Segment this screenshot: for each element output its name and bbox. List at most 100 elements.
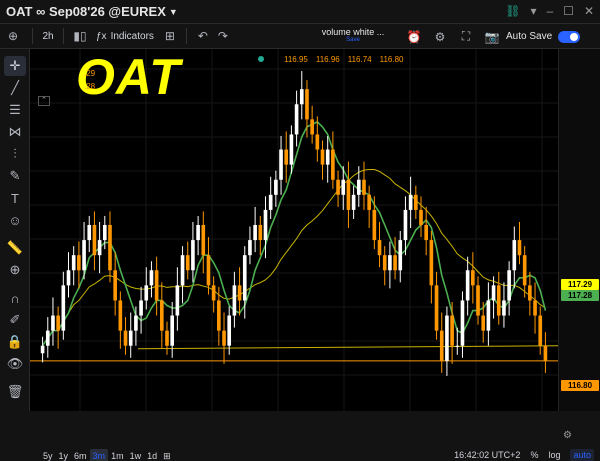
support-line (137, 345, 558, 350)
timeframe-1w[interactable]: 1w (127, 449, 145, 461)
candle-body (71, 255, 76, 271)
candle-body (465, 270, 470, 301)
candle-body (507, 270, 511, 301)
candle-body (61, 285, 66, 331)
link-icon[interactable]: ⛓ (505, 4, 520, 18)
candle-body (134, 315, 138, 331)
auto-scale-toggle[interactable]: auto (570, 449, 594, 461)
horizontal-lines-icon[interactable]: ☰ (4, 100, 26, 120)
magnet-icon[interactable]: ∩ (4, 288, 26, 308)
pattern-icon[interactable]: ⋈ (4, 122, 26, 142)
templates-icon[interactable]: ⊞ (160, 24, 180, 49)
candle-body (170, 315, 174, 346)
dropdown-icon[interactable]: ▾ (530, 4, 536, 18)
collapse-legend-button[interactable]: ⌃ (38, 96, 50, 106)
candle-body (201, 225, 206, 256)
candle-body (377, 240, 382, 256)
close-icon[interactable]: ✕ (584, 4, 594, 18)
candle-body (128, 330, 133, 346)
candle-body (299, 89, 304, 105)
candle-body (450, 315, 454, 346)
crosshair-icon[interactable]: ✛ (4, 56, 26, 76)
add-symbol-icon[interactable]: ⊕ (0, 24, 26, 49)
timeframe-5y[interactable]: 5y (40, 449, 56, 461)
legend-status-dot (258, 56, 264, 62)
settings-icon[interactable]: ⚙ (430, 30, 450, 44)
candle-body (512, 240, 517, 271)
interval-button[interactable]: 2h (39, 24, 57, 49)
candle-body (445, 315, 449, 361)
timeframe-1y[interactable]: 1y (56, 449, 72, 461)
fullscreen-icon[interactable]: ⛶ (456, 29, 476, 44)
redo-icon[interactable]: ↷ (213, 24, 233, 49)
candle-body (185, 255, 190, 271)
candle-body (341, 179, 346, 195)
autosave-toggle[interactable] (558, 30, 581, 43)
timeframe-1m[interactable]: 1m (108, 449, 127, 461)
candle-body (388, 255, 392, 271)
candle-body (471, 270, 475, 286)
candle-body (481, 315, 486, 331)
indicators-button[interactable]: ƒx Indicators (90, 24, 160, 49)
divider (63, 28, 64, 44)
ruler-icon[interactable]: 📏 (4, 238, 26, 258)
candle-body (455, 345, 460, 347)
fib-icon[interactable]: ⫶ (4, 144, 26, 164)
candle-body (242, 255, 247, 301)
zoom-in-icon[interactable]: ⊕ (4, 260, 26, 280)
toolbar-right-icons: ⏰ ⚙ ⛶ 📷 (404, 24, 502, 49)
emoji-icon[interactable]: ☺ (4, 210, 26, 230)
candle-body (310, 119, 314, 135)
candle-body (108, 225, 112, 271)
text-icon[interactable]: T (4, 188, 26, 208)
price-tag-fast-ma: 117.28 (561, 290, 599, 301)
timeframe-3m[interactable]: 3m (89, 449, 109, 461)
candle-body (82, 240, 86, 271)
candle-body (144, 285, 149, 301)
candle-body (289, 134, 294, 165)
alert-icon[interactable]: ⏰ (404, 30, 424, 44)
trash-icon[interactable]: 🗑 (4, 382, 26, 402)
price-axis[interactable]: 117.29 117.28 116.80 (558, 49, 600, 411)
timeframe-1d[interactable]: 1d (144, 449, 160, 461)
legend-value: .29 (84, 69, 96, 78)
indicators-icon: ƒx (96, 30, 107, 42)
maximize-icon[interactable]: ☐ (563, 4, 574, 18)
window-controls: ⛓ ▾ – ☐ ✕ (505, 4, 594, 18)
candle-body (263, 209, 268, 241)
candle-body (320, 149, 325, 165)
chart-settings-icon[interactable]: ⚙ (563, 430, 572, 441)
candle-body (331, 149, 335, 180)
lock-drawing-icon[interactable]: ✐ (4, 310, 26, 330)
candle-body (154, 270, 159, 301)
clock[interactable]: 16:42:02 UTC+2 (454, 450, 520, 460)
candle-body (429, 240, 434, 286)
candle-body (393, 255, 397, 271)
symbol-selector[interactable]: OAT ∞ Sep08'26 @EUREX ▼ (0, 4, 178, 19)
brush-icon[interactable]: ✎ (4, 166, 26, 186)
timeframe-selector: 5y 1y 6m 3m 1m 1w 1d ⊞ (40, 449, 174, 461)
candle-body (268, 194, 273, 210)
candle-body (315, 134, 320, 150)
lock-icon[interactable]: 🔒 (4, 332, 26, 352)
goto-date-icon[interactable]: ⊞ (160, 449, 174, 461)
candle-body (113, 270, 117, 301)
autosave-label: Auto Save (506, 31, 553, 42)
layout-status: Save (346, 37, 360, 43)
candle-body (476, 285, 480, 316)
snapshot-icon[interactable]: 📷 (482, 30, 502, 44)
candle-body (196, 225, 200, 241)
percent-toggle[interactable]: % (530, 450, 538, 460)
trendline-icon[interactable]: ╱ (4, 78, 26, 98)
autosave-control[interactable]: Auto Save (506, 24, 581, 49)
candle-body (382, 255, 387, 271)
minimize-icon[interactable]: – (546, 4, 553, 18)
timeframe-6m[interactable]: 6m (71, 449, 90, 461)
undo-icon[interactable]: ↶ (193, 24, 213, 49)
candle-style-icon[interactable]: ▮▯ (70, 24, 90, 49)
layout-name-button[interactable]: volume white ... Save (318, 27, 388, 43)
chevron-down-icon[interactable]: ▼ (169, 7, 178, 17)
log-toggle[interactable]: log (548, 450, 560, 460)
eye-icon[interactable]: 👁 (4, 354, 26, 374)
symbol-label: OAT ∞ Sep08'26 @EUREX (6, 4, 166, 19)
